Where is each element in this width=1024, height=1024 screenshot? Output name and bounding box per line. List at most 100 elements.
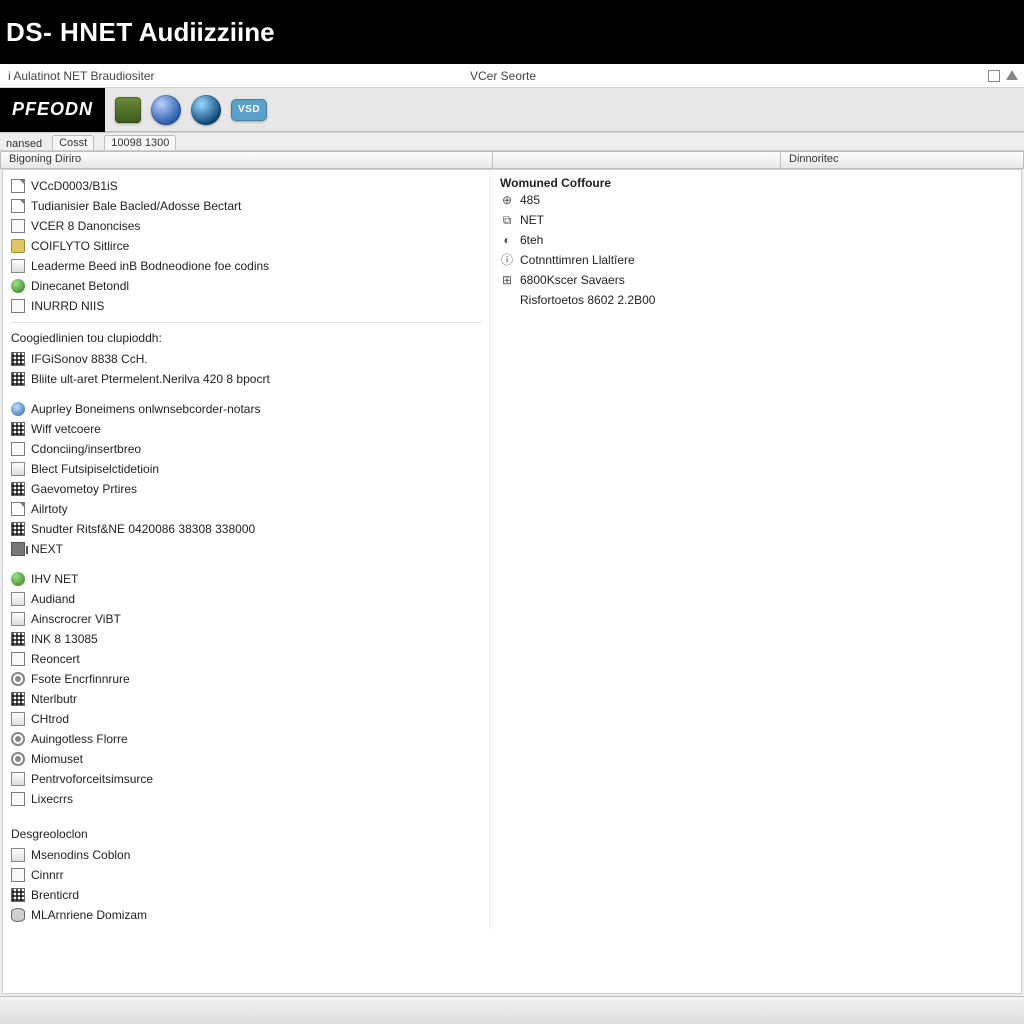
tabs-row: nansed Cosst 10098 1300 (0, 133, 1024, 151)
menubar-left[interactable]: i Aulatinot NET Braudiositer (0, 69, 470, 83)
tree-item[interactable]: IFGiSonov 8838 CcH. (11, 349, 481, 369)
tree-item[interactable]: CHtrod (11, 709, 481, 729)
green-icon (11, 279, 25, 293)
tree-item[interactable]: Gaevometoy Prtires (11, 479, 481, 499)
tree-item[interactable]: Nterlbutr (11, 689, 481, 709)
tab-small-1[interactable]: nansed (6, 138, 42, 150)
col-header-1[interactable]: Bigoning Diriro (0, 151, 492, 169)
grid-icon (11, 352, 25, 366)
col-header-3[interactable]: Dinnoritec (780, 151, 1024, 169)
tree-item[interactable]: Bliite ult-aret Ptermelent.Nerilva 420 8… (11, 369, 481, 389)
tree-item[interactable]: Snudter Ritsf&NE 0420086 38308 338000 (11, 519, 481, 539)
tree-item-label: MLArnriene Domizam (31, 906, 147, 924)
brand-toolbar: PFEODN VSD (0, 88, 1024, 132)
tree-group-2: IFGiSonov 8838 CcH.Bliite ult-aret Pterm… (11, 349, 481, 389)
right-row[interactable]: Risfortoetos 8602 2.2B00 (500, 290, 1013, 310)
toolbar-button-3[interactable] (191, 95, 221, 125)
tree-item-label: Snudter Ritsf&NE 0420086 38308 338000 (31, 520, 255, 538)
menubar-mid[interactable]: VCer Seorte (470, 69, 984, 83)
tab-small-3[interactable]: 10098 1300 (104, 135, 176, 150)
page-icon (11, 179, 25, 193)
tree-item[interactable]: Msenodins Coblon (11, 845, 481, 865)
tree-item[interactable]: Cinnrr (11, 865, 481, 885)
toolbar-button-2[interactable] (151, 95, 181, 125)
grid-icon (11, 522, 25, 536)
row-label: 485 (520, 191, 540, 209)
card-icon (11, 592, 25, 606)
toolbar-button-1[interactable] (115, 97, 141, 123)
tree-item-label: Dinecanet Betondl (31, 277, 129, 295)
tree-item-label: Wiff vetcoere (31, 420, 101, 438)
tree-item-label: COIFLYTO Sitlirce (31, 237, 129, 255)
tree-item[interactable]: VCER 8 Danoncises (11, 216, 481, 236)
tree-item[interactable]: INK 8 13085 (11, 629, 481, 649)
tree-item[interactable]: Tudianisier Bale Bacled/Adosse Bectart (11, 196, 481, 216)
tree-item[interactable]: INURRD NIIS (11, 296, 481, 316)
tab-small-2[interactable]: Cosst (52, 135, 94, 150)
tree-item-label: Audiand (31, 590, 75, 608)
tree-item[interactable]: COIFLYTO Sitlirce (11, 236, 481, 256)
row-label: Cotnnttimren Llaltîere (520, 251, 635, 269)
tree-item[interactable]: NEXT (11, 539, 481, 559)
tree-item-label: IHV NET (31, 570, 78, 588)
toolbar-button-vsd[interactable]: VSD (231, 99, 267, 121)
grid-icon (11, 632, 25, 646)
tree-item[interactable]: Pentrvoforceitsimsurce (11, 769, 481, 789)
row-label: 6teh (520, 231, 543, 249)
tree-item[interactable]: Auprley Boneimens onlwnsebcorder-notars (11, 399, 481, 419)
page-icon (11, 199, 25, 213)
box-icon (11, 299, 25, 313)
tree-item[interactable]: Auingotless Florre (11, 729, 481, 749)
box-icon (11, 219, 25, 233)
column-headers: Bigoning Diriro Dinnoritec (0, 151, 1024, 169)
box-icon (11, 652, 25, 666)
card-icon (11, 259, 25, 273)
tree-item-label: Ailrtoty (31, 500, 68, 518)
right-row[interactable]: ◐6teh (500, 230, 1013, 250)
tree-item[interactable]: Blect Futsipiselctidetioin (11, 459, 481, 479)
tree-item-label: Fsote Encrfinnrure (31, 670, 130, 688)
status-bar (0, 996, 1024, 1024)
tree-item-label: Miomuset (31, 750, 83, 768)
grid-icon (11, 692, 25, 706)
db-icon (11, 908, 25, 922)
tree-item[interactable]: Audiand (11, 589, 481, 609)
right-row[interactable]: ⧉NET (500, 210, 1013, 230)
tree-item-label: IFGiSonov 8838 CcH. (31, 350, 148, 368)
col-header-2[interactable] (492, 151, 780, 169)
tree-item[interactable]: Miomuset (11, 749, 481, 769)
titlebar: DS- HNET Audiizziine (0, 0, 1024, 64)
gear-icon (11, 752, 25, 766)
right-row[interactable]: ⊕485 (500, 190, 1013, 210)
tree-group-5-title: Desgreoloclon (11, 827, 481, 841)
dropdown-icon[interactable] (1006, 70, 1018, 80)
title-main: Audiizziine (139, 17, 275, 48)
menubar-right (984, 70, 1024, 82)
tree-item[interactable]: Lixecrrs (11, 789, 481, 809)
tree-item[interactable]: MLArnriene Domizam (11, 905, 481, 925)
layout-icon[interactable] (988, 70, 1000, 82)
tree-item-label: Leaderme Beed inB Bodneodione foe codins (31, 257, 269, 275)
tree-item-label: Gaevometoy Prtires (31, 480, 137, 498)
tree-item[interactable]: Reoncert (11, 649, 481, 669)
tree-item[interactable]: Dinecanet Betondl (11, 276, 481, 296)
tree-item[interactable]: Leaderme Beed inB Bodneodione foe codins (11, 256, 481, 276)
right-row[interactable]: ⓘ Cotnnttimren Llaltîere (500, 250, 1013, 270)
tree-item[interactable]: IHV NET (11, 569, 481, 589)
content-pane: VCcD0003/B1iSTudianisier Bale Bacled/Ado… (2, 169, 1022, 994)
tree-item[interactable]: Ailrtoty (11, 499, 481, 519)
tree-item[interactable]: Brenticrd (11, 885, 481, 905)
tree-item[interactable]: Ainscrocrer ViBT (11, 609, 481, 629)
right-row[interactable]: ⊞6800Kscer Savaers (500, 270, 1013, 290)
right-column: Womuned Coffoure ⊕485⧉NET◐6tehⓘCotnnttim… (489, 170, 1021, 929)
tree-item-label: Cdonciing/insertbreo (31, 440, 141, 458)
tree-item[interactable]: Fsote Encrfinnrure (11, 669, 481, 689)
tree-item[interactable]: VCcD0003/B1iS (11, 176, 481, 196)
grid-icon (11, 482, 25, 496)
row-symbol-icon: ⓘ (500, 251, 514, 269)
tree-item-label: Tudianisier Bale Bacled/Adosse Bectart (31, 197, 241, 215)
tree-item-label: VCER 8 Danoncises (31, 217, 140, 235)
box-icon (11, 868, 25, 882)
tree-item[interactable]: Wiff vetcoere (11, 419, 481, 439)
tree-item[interactable]: Cdonciing/insertbreo (11, 439, 481, 459)
